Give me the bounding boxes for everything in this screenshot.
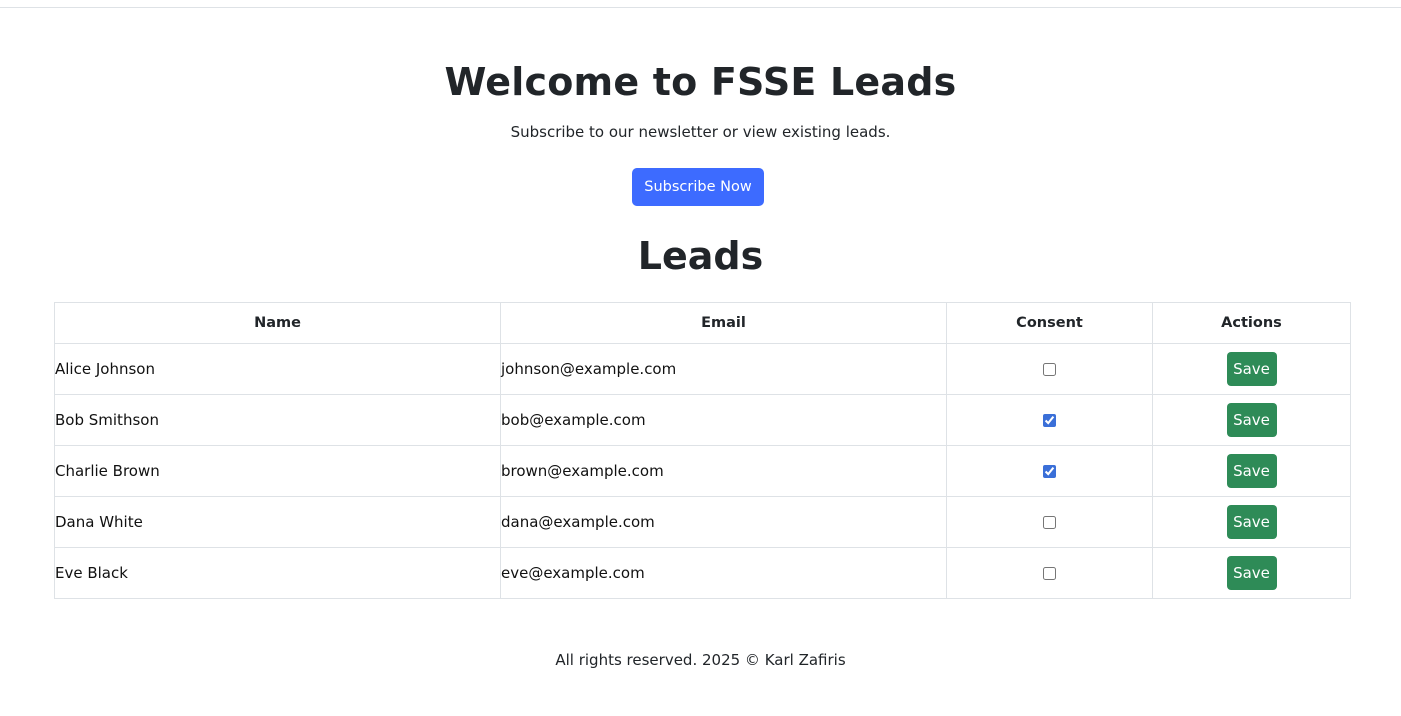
table-row: Bob Smithson bob@example.com Save [54, 394, 1351, 446]
leads-heading: Leads [637, 234, 764, 278]
top-divider [0, 7, 1401, 8]
lead-name: Dana White [54, 496, 501, 548]
table-row: Alice Johnson johnson@example.com Save [54, 343, 1351, 395]
save-button[interactable]: Save [1226, 352, 1277, 386]
footer-copyright: All rights reserved. 2025 © Karl Zafiris [555, 651, 846, 669]
consent-checkbox[interactable] [1043, 567, 1056, 580]
column-header-actions: Actions [1152, 302, 1351, 344]
lead-email: bob@example.com [500, 394, 947, 446]
table-header-row: Name Email Consent Actions [54, 302, 1351, 344]
column-header-name: Name [54, 302, 501, 344]
consent-checkbox[interactable] [1043, 414, 1056, 427]
consent-checkbox[interactable] [1043, 465, 1056, 478]
save-button[interactable]: Save [1226, 403, 1277, 437]
lead-email: eve@example.com [500, 547, 947, 599]
save-button[interactable]: Save [1226, 556, 1277, 590]
subscribe-now-button[interactable]: Subscribe Now [632, 168, 764, 206]
column-header-email: Email [500, 302, 947, 344]
lead-email: brown@example.com [500, 445, 947, 497]
table-row: Dana White dana@example.com Save [54, 496, 1351, 548]
column-header-consent: Consent [946, 302, 1153, 344]
lead-name: Alice Johnson [54, 343, 501, 395]
lead-name: Charlie Brown [54, 445, 501, 497]
page-subtitle: Subscribe to our newsletter or view exis… [510, 123, 891, 141]
save-button[interactable]: Save [1226, 454, 1277, 488]
lead-email: johnson@example.com [500, 343, 947, 395]
leads-table: Name Email Consent Actions Alice Johnson… [54, 302, 1351, 599]
lead-email: dana@example.com [500, 496, 947, 548]
table-row: Charlie Brown brown@example.com Save [54, 445, 1351, 497]
consent-checkbox[interactable] [1043, 516, 1056, 529]
page-title: Welcome to FSSE Leads [444, 60, 957, 104]
consent-checkbox[interactable] [1043, 363, 1056, 376]
save-button[interactable]: Save [1226, 505, 1277, 539]
lead-name: Bob Smithson [54, 394, 501, 446]
table-row: Eve Black eve@example.com Save [54, 547, 1351, 599]
lead-name: Eve Black [54, 547, 501, 599]
